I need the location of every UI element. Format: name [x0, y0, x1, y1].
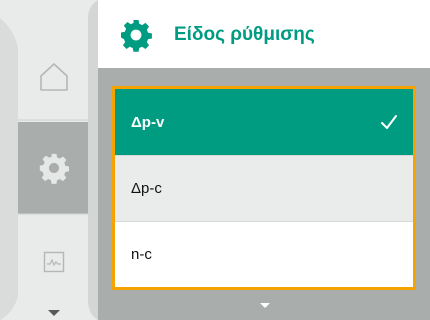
- option-label: Δp-c: [131, 180, 162, 197]
- option-list: Δp-v Δp-c n-c: [112, 86, 416, 290]
- page-title: Είδος ρύθμισης: [174, 24, 315, 45]
- side-menu-item-settings[interactable]: [18, 122, 90, 214]
- option-label: n-c: [131, 246, 152, 263]
- side-menu: [0, 0, 98, 320]
- side-menu-item-home[interactable]: [18, 34, 90, 120]
- main-panel: Δp-v Δp-c n-c: [98, 68, 430, 320]
- checkmark-icon: [381, 115, 397, 129]
- option-dp-c[interactable]: Δp-c: [115, 155, 413, 221]
- chevron-down-icon[interactable]: [258, 300, 272, 310]
- screen: Είδος ρύθμισης Δp-v Δp-c n-c: [0, 0, 430, 320]
- chart-icon: [43, 251, 65, 273]
- option-n-c[interactable]: n-c: [115, 221, 413, 287]
- option-dp-v[interactable]: Δp-v: [115, 89, 413, 155]
- gear-icon: [121, 20, 152, 52]
- gear-icon: [39, 153, 70, 184]
- home-icon: [40, 63, 68, 91]
- option-label: Δp-v: [131, 113, 165, 131]
- chevron-down-icon[interactable]: [44, 306, 64, 318]
- side-menu-item-statistics[interactable]: [18, 216, 90, 308]
- header: Είδος ρύθμισης: [98, 0, 430, 68]
